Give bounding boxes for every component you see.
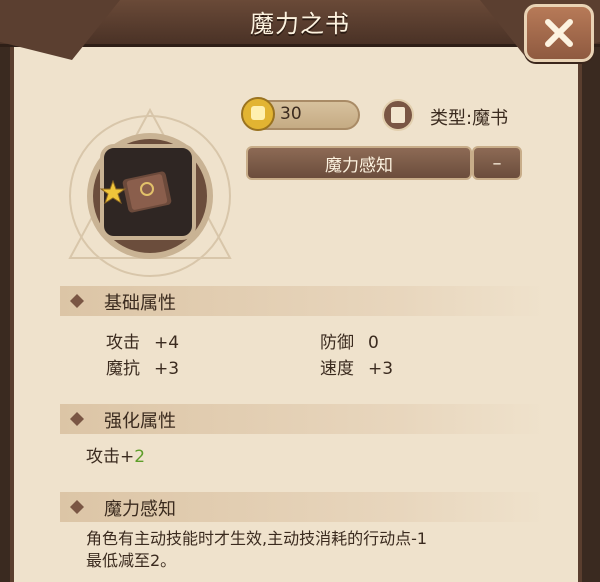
stat-name: 攻击	[106, 333, 140, 353]
stat-name: 速度	[320, 359, 354, 379]
skill-button[interactable]: 魔力感知	[246, 146, 472, 180]
enhanced-stat-line: 攻击+2	[86, 442, 145, 467]
skill-description: 角色有主动技能时才生效,主动技消耗的行动点-1 最低减至2。	[86, 528, 526, 572]
diamond-icon	[70, 500, 84, 514]
page-title: 魔力之书	[250, 10, 350, 38]
stat-value: +4	[154, 333, 180, 353]
stat-speed: 速度 +3	[320, 354, 393, 379]
stat-value: 0	[368, 333, 379, 353]
stat-attack: 攻击 +4	[106, 328, 179, 353]
enhanced-attributes-title: 强化属性	[104, 411, 176, 432]
basic-attributes-title: 基础属性	[104, 293, 176, 314]
fist-icon	[241, 97, 275, 131]
skill-description-header: 魔力感知	[60, 492, 546, 522]
title-bar: 魔力之书	[0, 0, 600, 60]
skill-description-title: 魔力感知	[104, 499, 176, 520]
magic-book-type-icon	[382, 99, 414, 131]
stat-defense: 防御 0	[320, 328, 379, 353]
enhanced-stat-value: 2	[134, 447, 146, 467]
close-button[interactable]	[524, 4, 594, 62]
stat-name: 魔抗	[106, 359, 140, 379]
stat-name: 防御	[320, 333, 354, 353]
stat-value: +3	[368, 359, 394, 379]
item-type: 类型:魔书	[430, 108, 509, 129]
stat-value: +3	[154, 359, 180, 379]
resource-value: 30	[280, 104, 302, 124]
enhanced-stat-name: 攻击+	[86, 447, 135, 467]
enhanced-attributes-header: 强化属性	[60, 404, 546, 434]
basic-attributes-header: 基础属性	[60, 286, 546, 316]
star-icon	[100, 180, 126, 205]
diamond-icon	[70, 294, 84, 308]
skill-description-line-1: 角色有主动技能时才生效,主动技消耗的行动点-1	[86, 529, 428, 548]
skill-description-line-2: 最低减至2。	[86, 551, 177, 570]
diamond-icon	[70, 412, 84, 426]
stat-magic-resist: 魔抗 +3	[106, 354, 179, 379]
dash-button[interactable]: –	[472, 146, 522, 180]
close-icon	[545, 19, 573, 47]
